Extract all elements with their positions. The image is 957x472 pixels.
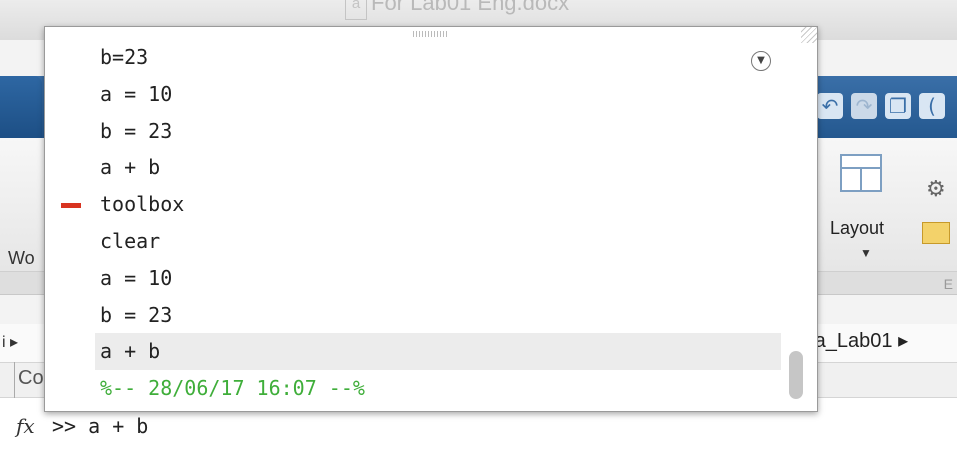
command-window-title: Co: [18, 367, 44, 389]
folder-path[interactable]: ra_Lab01 ▸: [808, 328, 908, 353]
error-marker-icon: [61, 203, 81, 209]
chevron-down-icon: ▼: [860, 246, 872, 260]
history-item[interactable]: b = 23: [45, 297, 787, 334]
command-prompt[interactable]: >> a + b: [52, 414, 148, 438]
history-item[interactable]: clear: [45, 223, 787, 260]
history-item[interactable]: a = 10: [45, 260, 787, 297]
divider: [14, 362, 15, 398]
history-item[interactable]: a + b: [45, 149, 787, 186]
gear-icon[interactable]: ⚙: [926, 176, 946, 202]
command-input[interactable]: a + b: [88, 414, 148, 438]
layout-label: Layout: [830, 218, 885, 238]
history-item[interactable]: b = 23: [45, 113, 787, 150]
history-item-selected[interactable]: a + b: [45, 333, 787, 371]
help-icon[interactable]: (: [919, 93, 945, 119]
history-item[interactable]: a = 10: [45, 76, 787, 113]
history-item[interactable]: b=23: [45, 39, 787, 76]
ribbon-section-label: E: [943, 276, 953, 292]
history-list: b=23 a = 10 b = 23 a + b toolbox clear a…: [45, 39, 787, 407]
drag-handle[interactable]: [413, 31, 449, 37]
toolstrip-tab-home[interactable]: [0, 76, 42, 138]
resize-handle[interactable]: [801, 27, 817, 43]
redo-icon[interactable]: ↷: [851, 93, 877, 119]
function-browser-icon[interactable]: fx: [16, 414, 35, 438]
switch-windows-icon[interactable]: ❐: [885, 93, 911, 119]
window-title: For Lab01 Eng.docx: [371, 0, 570, 15]
undo-icon[interactable]: ↶: [817, 93, 843, 119]
chevron-right-icon[interactable]: i ▸: [2, 332, 18, 352]
prompt-symbol: >>: [52, 414, 77, 438]
selection-highlight: [95, 333, 781, 371]
folder-icon[interactable]: [922, 222, 950, 244]
scrollbar-thumb[interactable]: [789, 351, 803, 399]
layout-button[interactable]: Layout ▼: [826, 150, 916, 270]
history-session-separator: %-- 28/06/17 16:07 --%: [100, 376, 365, 401]
layout-icon: [840, 154, 882, 192]
history-item-error[interactable]: toolbox: [45, 186, 787, 223]
command-history-popup[interactable]: ▼ b=23 a = 10 b = 23 a + b toolbox clear…: [44, 26, 818, 412]
quick-access-toolbar: ↶ ↷ ❐ (: [817, 88, 957, 128]
workspace-label[interactable]: Wo: [8, 248, 35, 269]
